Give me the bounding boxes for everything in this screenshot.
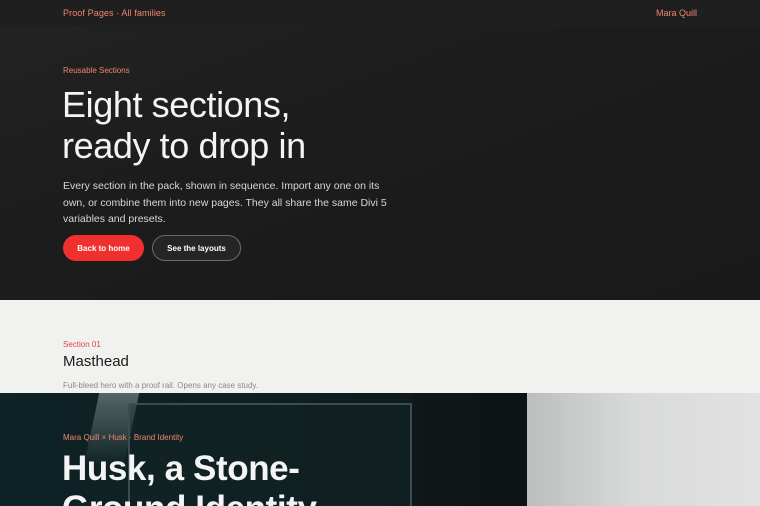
hero-description: Every section in the pack, shown in sequ… <box>63 180 387 225</box>
top-bar: Proof Pages · All families Mara Quill <box>0 0 760 26</box>
section-description: Full-bleed hero with a proof rail. Opens… <box>63 381 259 390</box>
back-to-home-button[interactable]: Back to home <box>63 235 144 261</box>
section-header-band <box>0 300 760 393</box>
hero-title: Eight sections, ready to drop in <box>62 84 402 166</box>
preview-eyebrow: Mara Quill × Husk · Brand Identity <box>63 433 184 442</box>
preview-title-line-1: Husk, a Stone- <box>62 449 300 488</box>
preview-title-line-2: Ground Identity <box>62 489 317 506</box>
section-title: Masthead <box>63 353 129 370</box>
hero-title-line-1: Eight sections, <box>62 84 291 125</box>
preview-title: Husk, a Stone- Ground Identity <box>62 449 402 506</box>
brand-link[interactable]: Proof Pages · All families <box>63 8 166 18</box>
see-layouts-button[interactable]: See the layouts <box>152 235 241 261</box>
user-name-link[interactable]: Mara Quill <box>656 8 697 18</box>
hero-title-line-2: ready to drop in <box>62 125 306 166</box>
hero-eyebrow: Reusable Sections <box>63 66 130 75</box>
hero-section: Proof Pages · All families Mara Quill Re… <box>0 0 760 300</box>
section-number: Section 01 <box>63 340 101 349</box>
preview-light-image <box>527 393 760 506</box>
preview-dark-band <box>412 393 527 506</box>
